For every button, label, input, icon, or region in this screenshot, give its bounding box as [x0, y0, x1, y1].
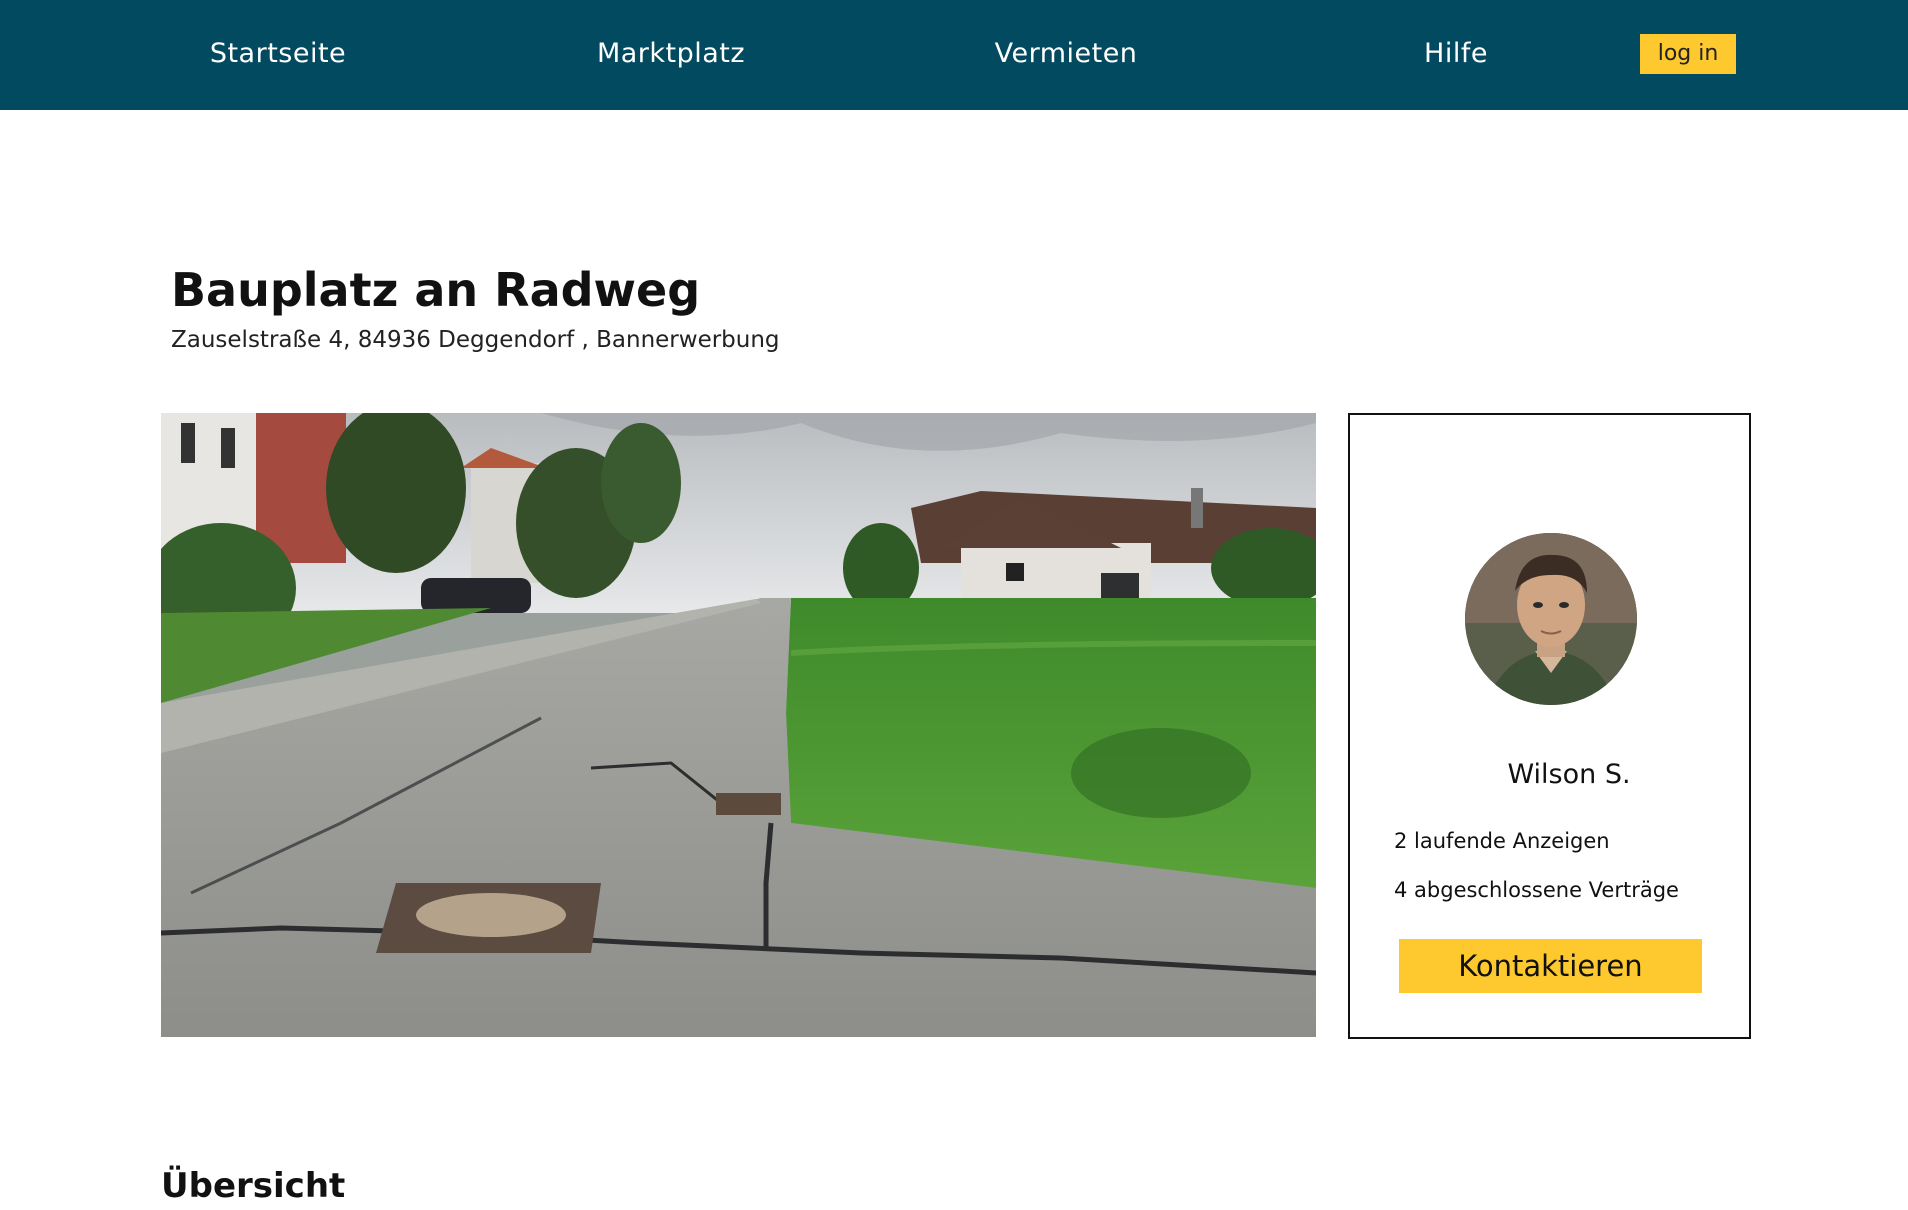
nav-link-vermieten[interactable]: Vermieten — [936, 30, 1196, 78]
listing-title: Bauplatz an Radweg — [171, 263, 701, 317]
active-listings-count: 2 laufende Anzeigen — [1394, 829, 1610, 853]
listing-address: Zauselstraße 4, 84936 Deggendorf , Banne… — [171, 327, 780, 353]
overview-heading: Übersicht — [161, 1166, 346, 1206]
listing-photo — [161, 413, 1316, 1037]
owner-card: Wilson S. 2 laufende Anzeigen 4 abgeschl… — [1348, 413, 1751, 1039]
avatar[interactable] — [1465, 533, 1637, 705]
nav-link-marktplatz[interactable]: Marktplatz — [541, 30, 801, 78]
nav-link-startseite[interactable]: Startseite — [148, 30, 408, 78]
owner-name: Wilson S. — [1507, 759, 1631, 790]
top-navigation: Startseite Marktplatz Vermieten Hilfe lo… — [0, 0, 1908, 110]
login-button[interactable]: log in — [1640, 34, 1736, 74]
nav-link-hilfe[interactable]: Hilfe — [1326, 30, 1586, 78]
closed-contracts-count: 4 abgeschlossene Verträge — [1394, 878, 1679, 902]
contact-button[interactable]: Kontaktieren — [1399, 939, 1702, 993]
